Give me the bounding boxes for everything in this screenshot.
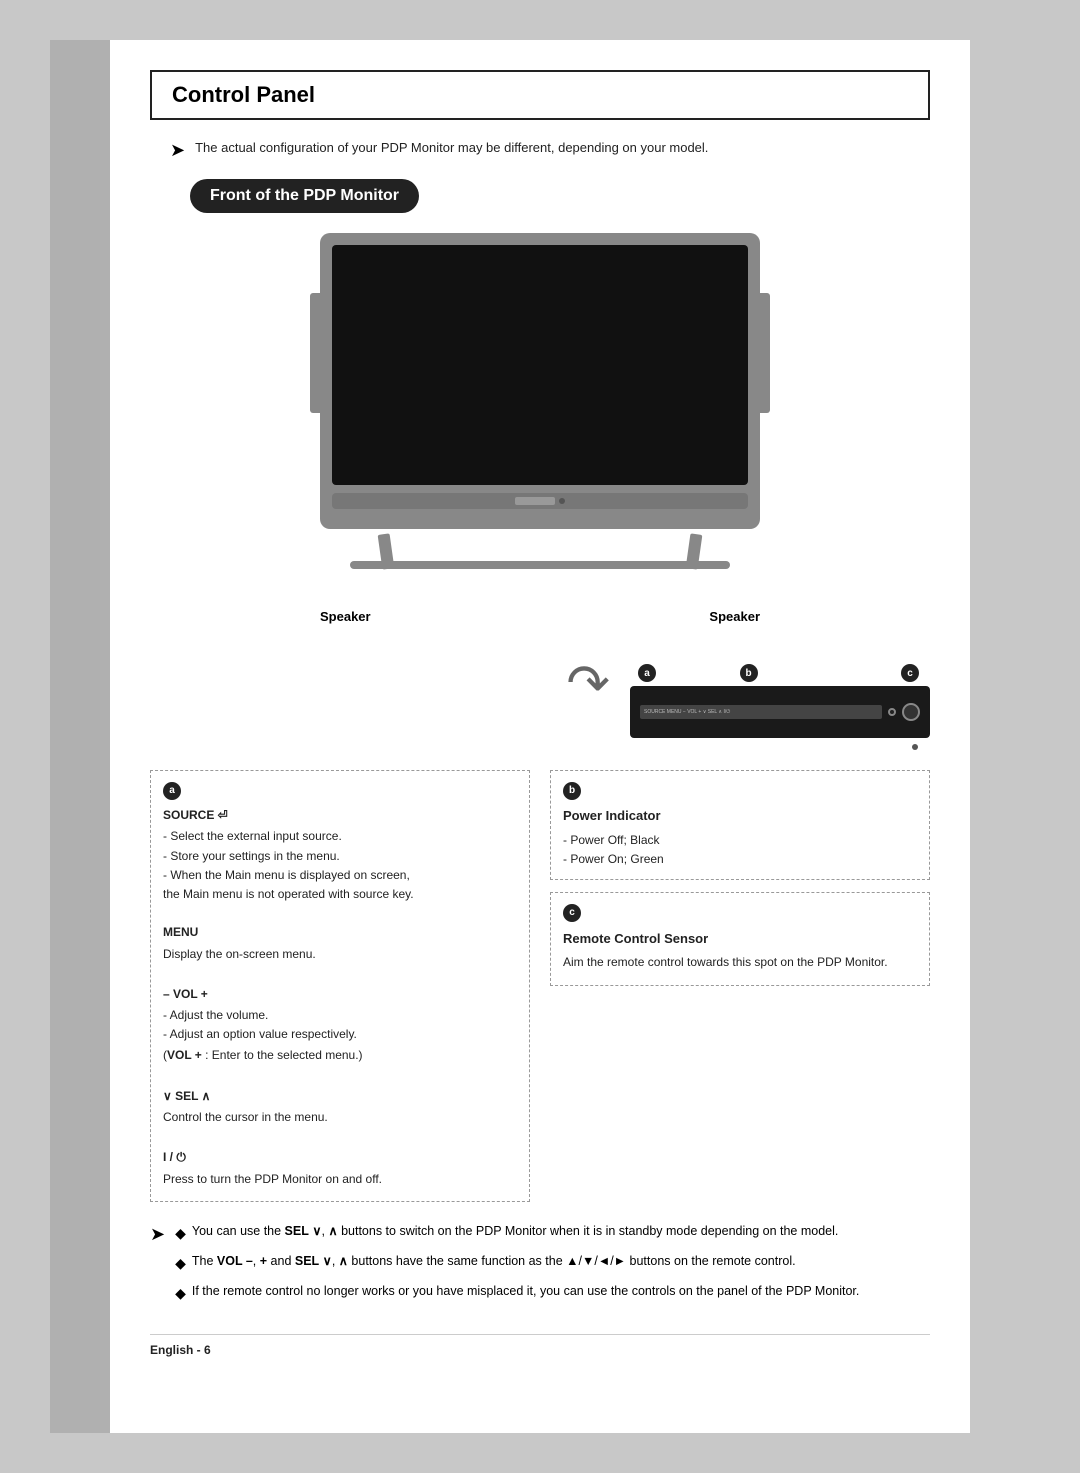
source-item-2: Store your settings in the menu. bbox=[163, 847, 517, 866]
tv-screen bbox=[332, 245, 748, 485]
bullet-1: ◆ You can use the SEL ∨, ∧ buttons to sw… bbox=[175, 1222, 859, 1244]
diamond-3: ◆ bbox=[175, 1283, 186, 1304]
menu-desc: Display the on-screen menu. bbox=[163, 945, 517, 964]
bottom-notes: ➤ ◆ You can use the SEL ∨, ∧ buttons to … bbox=[150, 1222, 930, 1304]
tv-power-dot bbox=[559, 498, 565, 504]
bullet-3: ◆ If the remote control no longer works … bbox=[175, 1282, 859, 1304]
bullets-list: ◆ You can use the SEL ∨, ∧ buttons to sw… bbox=[175, 1222, 859, 1304]
tv-speaker-left bbox=[310, 293, 320, 413]
tv-illustration bbox=[320, 233, 760, 569]
badge-c: c bbox=[563, 904, 581, 922]
sel-label: ∨ SEL ∧ bbox=[163, 1087, 517, 1106]
badge-b-row: b bbox=[563, 781, 917, 800]
remote-sensor-desc: Aim the remote control towards this spot… bbox=[563, 953, 917, 972]
cp-dot-row bbox=[630, 744, 930, 750]
power-indicator-list: Power Off; Black Power On; Green bbox=[563, 831, 917, 869]
speaker-labels-row: Speaker Speaker bbox=[320, 609, 760, 624]
vol-list: Adjust the volume. Adjust an option valu… bbox=[163, 1006, 517, 1044]
sel-desc: Control the cursor in the menu. bbox=[163, 1108, 517, 1127]
vol-item-2: Adjust an option value respectively. bbox=[163, 1025, 517, 1044]
tv-bottom-bar bbox=[332, 493, 748, 509]
vol-item-1: Adjust the volume. bbox=[163, 1006, 517, 1025]
tv-outer bbox=[320, 233, 760, 529]
badge-b: b bbox=[563, 782, 581, 800]
bullet-text-3: If the remote control no longer works or… bbox=[192, 1282, 860, 1304]
diamond-1: ◆ bbox=[175, 1223, 186, 1244]
curved-arrow-icon: ↷ bbox=[566, 654, 610, 714]
power-indicator-title: Power Indicator bbox=[563, 806, 917, 827]
page-footer: English - 6 bbox=[150, 1334, 930, 1365]
info-box-b: b Power Indicator Power Off; Black Power… bbox=[550, 770, 930, 880]
tv-speaker-right bbox=[760, 293, 770, 413]
cp-labels-row: a b c bbox=[630, 664, 930, 682]
bullet-2: ◆ The VOL –, + and SEL ∨, ∧ buttons have… bbox=[175, 1252, 859, 1274]
page-container: Control Panel ➤ The actual configuration… bbox=[110, 40, 970, 1433]
title-bar: Control Panel bbox=[150, 70, 930, 120]
badge-a: a bbox=[163, 782, 181, 800]
source-item-3: When the Main menu is displayed on scree… bbox=[163, 866, 517, 904]
cp-buttons-strip: SOURCE MENU − VOL + ∨ SEL ∧ I/⏻ bbox=[640, 705, 882, 719]
bottom-arrow-icon: ➤ bbox=[150, 1224, 165, 1245]
arrow-icon: ➤ bbox=[170, 140, 185, 161]
cp-label-b: b bbox=[740, 664, 761, 682]
speaker-label-left: Speaker bbox=[320, 609, 371, 624]
menu-label: MENU bbox=[163, 923, 517, 942]
vol-label: – VOL + bbox=[163, 985, 517, 1004]
box-a: a SOURCE ⏎ Select the external input sou… bbox=[150, 770, 530, 1202]
note-text: The actual configuration of your PDP Mon… bbox=[195, 138, 708, 158]
info-box-c: c Remote Control Sensor Aim the remote c… bbox=[550, 892, 930, 985]
control-panel-strip-container: a b c SOURCE MENU − VOL + ∨ SEL ∧ I/⏻ bbox=[630, 664, 930, 750]
badge-a-row: a bbox=[163, 781, 517, 800]
info-box-a: a SOURCE ⏎ Select the external input sou… bbox=[150, 770, 530, 1202]
source-item-1: Select the external input source. bbox=[163, 827, 517, 846]
bullet-text-1: You can use the SEL ∨, ∧ buttons to swit… bbox=[192, 1222, 839, 1244]
box-b-c: b Power Indicator Power Off; Black Power… bbox=[550, 770, 930, 1202]
source-label: SOURCE ⏎ bbox=[163, 806, 517, 825]
power-desc: Press to turn the PDP Monitor on and off… bbox=[163, 1170, 517, 1189]
control-panel-img: SOURCE MENU − VOL + ∨ SEL ∧ I/⏻ bbox=[630, 686, 930, 738]
content-area: a SOURCE ⏎ Select the external input sou… bbox=[150, 770, 930, 1202]
diamond-2: ◆ bbox=[175, 1253, 186, 1274]
note-row: ➤ The actual configuration of your PDP M… bbox=[170, 138, 930, 161]
badge-c-row: c bbox=[563, 903, 917, 922]
vol-note: (VOL + : Enter to the selected menu.) bbox=[163, 1046, 517, 1065]
tv-control-strip bbox=[515, 497, 555, 505]
cp-label-a: a bbox=[638, 664, 659, 682]
zoom-arrow-container: ↷ bbox=[150, 634, 610, 714]
cp-strip-text: SOURCE MENU − VOL + ∨ SEL ∧ I/⏻ bbox=[644, 709, 730, 715]
power-on-item: Power On; Green bbox=[563, 850, 917, 869]
tv-base bbox=[350, 561, 730, 569]
bullet-text-2: The VOL –, + and SEL ∨, ∧ buttons have t… bbox=[192, 1252, 796, 1274]
pdp-section-title: Front of the PDP Monitor bbox=[190, 179, 419, 213]
power-off-item: Power Off; Black bbox=[563, 831, 917, 850]
cp-indicator-dot bbox=[888, 708, 896, 716]
cp-small-dot bbox=[912, 744, 918, 750]
page-title: Control Panel bbox=[172, 82, 908, 108]
footer-lang: English - 6 bbox=[150, 1343, 211, 1357]
remote-sensor-title: Remote Control Sensor bbox=[563, 929, 917, 950]
source-list: Select the external input source. Store … bbox=[163, 827, 517, 904]
monitor-area: Speaker Speaker bbox=[150, 233, 930, 624]
cp-power-button bbox=[902, 703, 920, 721]
power-label: I / ⏻ bbox=[163, 1148, 517, 1167]
cp-label-c: c bbox=[901, 664, 922, 682]
speaker-label-right: Speaker bbox=[709, 609, 760, 624]
